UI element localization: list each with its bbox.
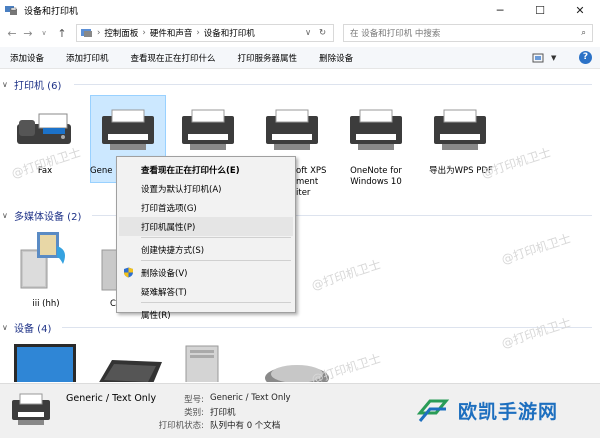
printer-item-wps-pdf[interactable] [422, 106, 498, 156]
menu-separator [141, 260, 291, 261]
address-bar: ← → ∨ ↑ › 控制面板 › 硬件和声音 › 设备和打印机 ∨ ↻ 在 设备… [0, 20, 600, 46]
view-dropdown-icon[interactable]: ▼ [551, 54, 556, 62]
watermark: @打印机卫士 [309, 257, 383, 293]
search-input[interactable]: 在 设备和打印机 中搜索 ⌕ [343, 24, 593, 42]
watermark: @打印机卫士 [499, 315, 573, 351]
details-model-value: Generic / Text Only [210, 393, 291, 403]
see-printing-button[interactable]: 查看现在正在打印什么 [131, 52, 216, 64]
breadcrumb-control-panel[interactable]: 控制面板 [104, 27, 138, 39]
collapse-chevron-icon: ∨ [2, 210, 8, 220]
brand-logo-icon [416, 399, 450, 422]
fax-icon [17, 113, 71, 144]
group-header-printers[interactable]: ∨ 打印机 (6) [0, 77, 62, 92]
printer-icon [266, 109, 318, 150]
search-icon[interactable]: ⌕ [581, 28, 586, 38]
uac-shield-icon [124, 267, 133, 278]
devices-printers-icon [5, 6, 17, 15]
menu-item-see-printing[interactable]: 查看现在正在打印什么(E) [117, 160, 295, 179]
printer-icon [434, 109, 486, 150]
device-item-keyboard[interactable] [92, 356, 164, 382]
details-status-label: 打印机状态: [158, 421, 204, 431]
label-line: iter [296, 188, 311, 198]
menu-item-properties[interactable]: 属性(R) [117, 305, 295, 324]
brand-watermark: 欧凯手游网 [416, 395, 558, 425]
help-icon[interactable]: ? [579, 51, 592, 64]
label-line: ment [296, 177, 319, 187]
group-label: 多媒体设备 (2) [14, 211, 82, 223]
device-item-monitor[interactable] [12, 342, 78, 382]
monitor-icon [14, 344, 76, 382]
keyboard-icon [99, 360, 162, 382]
printer-label-xps: oft XPS ment iter [296, 166, 336, 199]
control-panel-icon [81, 29, 92, 37]
group-label: 设备 (4) [14, 323, 52, 335]
add-printer-button[interactable]: 添加打印机 [66, 52, 109, 64]
menu-item-label: 删除设备(V) [141, 268, 188, 279]
media-device-icon [101, 249, 116, 291]
group-divider [74, 84, 592, 85]
group-divider [62, 327, 592, 328]
menu-item-troubleshoot[interactable]: 疑难解答(T) [117, 282, 295, 301]
context-menu: 查看现在正在打印什么(E) 设置为默认打印机(A) 打印首选项(G) 打印机属性… [116, 156, 296, 321]
details-model-label: 型号: [184, 395, 204, 405]
computer-tower-icon [185, 345, 219, 382]
printer-item-onenote[interactable] [338, 106, 414, 156]
maximize-button[interactable]: ☐ [520, 0, 560, 20]
print-server-button[interactable]: 打印服务器属性 [238, 52, 298, 64]
media-item-iii[interactable] [10, 228, 80, 296]
printer-label-generic: Gene [90, 166, 113, 176]
forward-arrow-icon[interactable]: → [20, 25, 36, 41]
printer-label-onenote: OneNote for Windows 10 [338, 166, 414, 188]
close-button[interactable]: ✕ [560, 0, 600, 20]
printer-icon [350, 109, 402, 150]
collapse-chevron-icon: ∨ [2, 79, 8, 89]
printer-icon [102, 109, 154, 150]
remove-device-button[interactable]: 删除设备 [319, 52, 353, 64]
printer-icon [182, 109, 234, 150]
printer-icon [12, 393, 50, 425]
menu-item-create-shortcut[interactable]: 创建快捷方式(S) [117, 240, 295, 259]
menu-item-remove-device[interactable]: 删除设备(V) [117, 263, 295, 282]
menu-separator [141, 237, 291, 238]
group-header-devices[interactable]: ∨ 设备 (4) [0, 320, 52, 335]
breadcrumb[interactable]: › 控制面板 › 硬件和声音 › 设备和打印机 ∨ ↻ [76, 24, 334, 42]
media-label-iii: iii (hh) [32, 299, 60, 309]
menu-item-printer-properties[interactable]: 打印机属性(P) [119, 217, 293, 236]
recent-dropdown-icon[interactable]: ∨ [36, 25, 52, 41]
device-item-computer[interactable] [182, 344, 222, 382]
back-arrow-icon[interactable]: ← [4, 25, 20, 41]
collapse-chevron-icon: ∨ [2, 322, 8, 332]
view-options-icon[interactable] [532, 53, 544, 63]
add-device-button[interactable]: 添加设备 [10, 52, 44, 64]
device-list: ∨ 打印机 (6) Fax Gene oft XPS ment iter One… [0, 70, 600, 382]
watermark: @打印机卫士 [499, 231, 573, 267]
window-title: 设备和打印机 [24, 6, 79, 17]
media-item-2[interactable] [96, 234, 116, 298]
search-placeholder: 在 设备和打印机 中搜索 [350, 29, 441, 39]
details-status-value: 队列中有 0 个文档 [210, 421, 281, 431]
details-category-value: 打印机 [210, 408, 236, 418]
label-line: OneNote for [350, 166, 402, 176]
up-arrow-icon[interactable]: ↑ [54, 25, 70, 41]
brand-text: 欧凯手游网 [458, 400, 559, 423]
label-line: Windows 10 [350, 177, 402, 187]
label-line: oft XPS [296, 166, 327, 176]
command-bar: 添加设备 添加打印机 查看现在正在打印什么 打印服务器属性 删除设备 [0, 47, 600, 69]
menu-item-printing-preferences[interactable]: 打印首选项(G) [117, 198, 295, 217]
group-label: 打印机 (6) [14, 80, 62, 92]
breadcrumb-hardware-sound[interactable]: 硬件和声音 [150, 27, 193, 39]
group-header-multimedia[interactable]: ∨ 多媒体设备 (2) [0, 208, 82, 223]
printer-item-generic[interactable] [92, 106, 164, 156]
breadcrumb-devices-printers[interactable]: 设备和打印机 [204, 27, 255, 39]
media-device-icon [20, 232, 65, 289]
menu-item-set-default[interactable]: 设置为默认打印机(A) [117, 179, 295, 198]
printer-item-xps[interactable] [256, 106, 328, 156]
printer-item-3[interactable] [172, 106, 244, 156]
minimize-button[interactable]: ─ [480, 0, 520, 20]
menu-separator [141, 302, 291, 303]
refresh-icon[interactable]: ↻ [319, 28, 326, 38]
details-category-label: 类别: [184, 408, 204, 418]
details-device-name: Generic / Text Only [66, 393, 157, 404]
